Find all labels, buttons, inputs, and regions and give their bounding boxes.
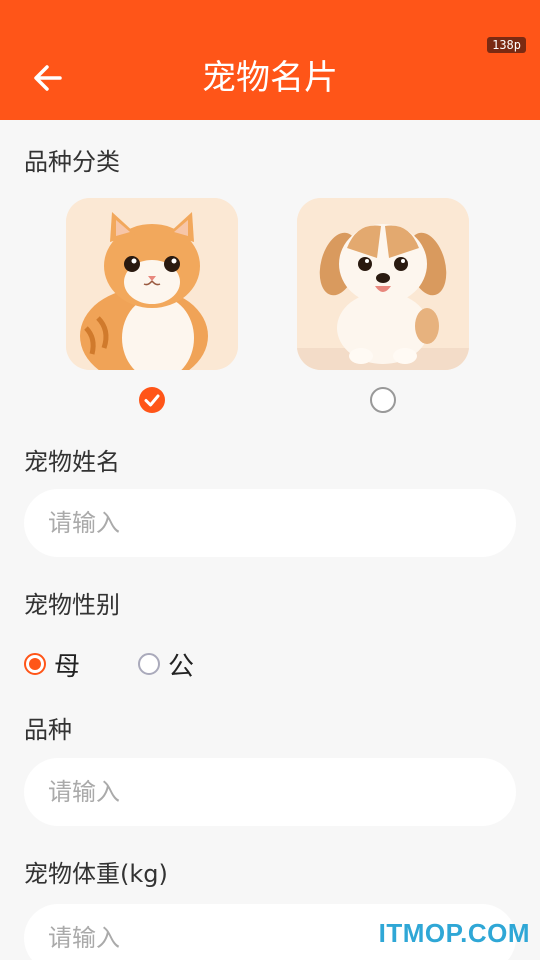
app-header: 宠物名片 138p [0,0,540,120]
gender-option-male[interactable]: 公 [138,646,194,682]
page-title: 宠物名片 [202,58,338,98]
breed-category-label: 品种分类 [24,148,120,176]
female-label: 母 [54,651,81,682]
pet-name-input[interactable] [24,489,516,557]
breed-input[interactable] [24,758,516,826]
male-radio[interactable] [138,653,160,675]
pet-gender-label: 宠物性别 [24,591,120,619]
pet-name-label: 宠物姓名 [24,448,120,476]
breed-label: 品种 [24,716,72,744]
female-radio[interactable] [24,653,46,675]
cat-option-card[interactable] [66,198,238,370]
gender-option-female[interactable]: 母 [24,646,80,682]
weight-label: 宠物体重(kg) [24,860,168,888]
cat-image [66,198,238,370]
cat-radio[interactable] [139,387,165,413]
resolution-badge: 138p [487,37,526,53]
dog-image [297,198,469,370]
watermark: ITMOP.COM [378,918,530,948]
checkmark-icon [144,394,160,407]
male-label: 公 [168,651,195,682]
dog-radio[interactable] [370,387,396,413]
dog-option-card[interactable] [297,198,469,370]
